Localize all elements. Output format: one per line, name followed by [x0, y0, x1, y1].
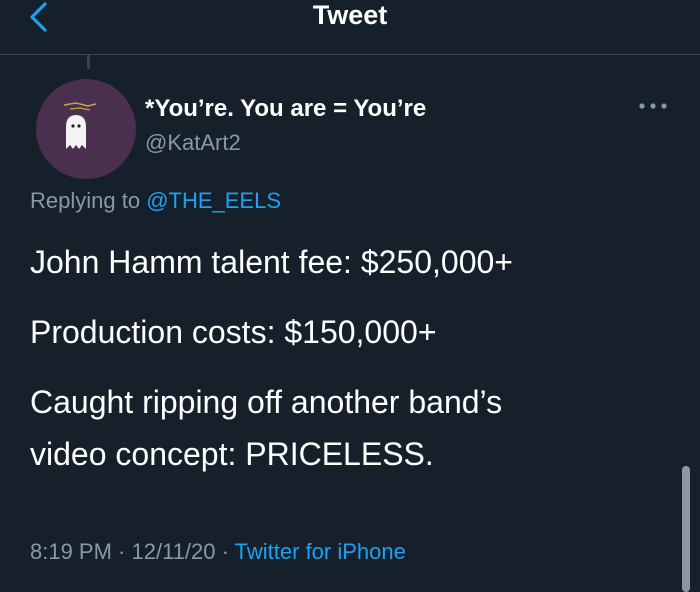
tweet-metadata: 8:19 PM · 12/11/20 · Twitter for iPhone [30, 537, 406, 567]
author-display-name[interactable]: *You’re. You are = You’re [145, 95, 426, 123]
meta-separator: · [215, 539, 235, 564]
reply-context: Replying to @THE_EELS [30, 187, 281, 215]
tweet-date: 12/11/20 [131, 539, 216, 564]
tweet-line: Caught ripping off another band’s [30, 384, 503, 420]
more-options-button[interactable] [636, 96, 670, 116]
tweet-time: 8:19 PM [30, 539, 112, 564]
thread-connector-line [87, 55, 90, 69]
scrollbar-thumb[interactable] [682, 466, 690, 592]
top-bar: Tweet [0, 0, 700, 55]
tweet-source-link[interactable]: Twitter for iPhone [235, 539, 406, 564]
meta-separator: · [111, 539, 132, 564]
reply-mention-link[interactable]: @THE_EELS [146, 188, 281, 213]
more-horizontal-icon [639, 103, 667, 109]
tweet-line: video concept: PRICELESS. [30, 436, 434, 472]
page-title: Tweet [312, 0, 388, 30]
reply-context-prefix: Replying to [30, 188, 147, 213]
avatar[interactable] [36, 79, 136, 179]
author-handle[interactable]: @KatArt2 [145, 130, 241, 156]
ghost-icon [63, 102, 97, 149]
tweet-line: Production costs: $150,000+ [30, 314, 437, 350]
tweet-line: John Hamm talent fee: $250,000+ [30, 244, 513, 280]
tweet-text: John Hamm talent fee: $250,000+ Producti… [30, 236, 670, 480]
